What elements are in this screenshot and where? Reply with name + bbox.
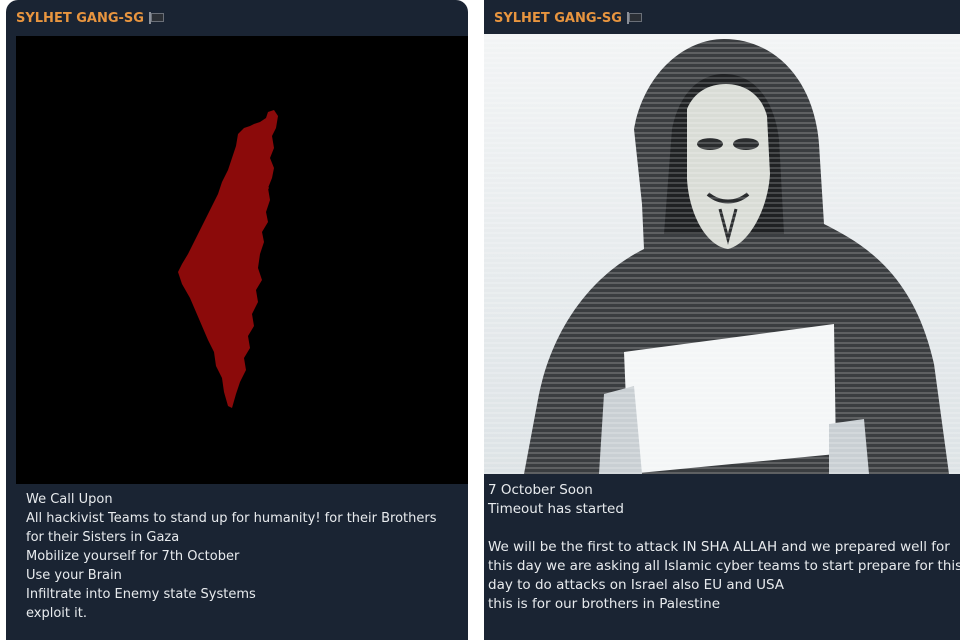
map-image[interactable]: [16, 36, 468, 484]
caption-line: Mobilize yourself for 7th October: [26, 549, 240, 564]
palestine-map-illustration: [178, 110, 278, 408]
caption-line: We will be the first to attack IN SHA AL…: [488, 539, 950, 555]
caption-line: We Call Upon: [26, 492, 113, 507]
black-flag-icon: [148, 12, 164, 24]
video-thumbnail[interactable]: [484, 34, 960, 474]
black-flag-icon: [626, 12, 642, 24]
caption-line: exploit it.: [26, 606, 87, 621]
caption-line: All hackivist Teams to stand up for huma…: [26, 511, 437, 526]
message-bubble-left: SYLHET GANG-SG We Call Upon All hackivist…: [6, 0, 468, 640]
message-header: SYLHET GANG-SG: [6, 0, 468, 36]
message-header: SYLHET GANG-SG: [484, 0, 960, 36]
caption-line: [488, 519, 958, 538]
caption-line: Use your Brain: [26, 568, 122, 583]
caption-line: Infiltrate into Enemy state Systems: [26, 587, 256, 602]
message-bubble-right: SYLHET GANG-SG 7 October Soon Timeout ha…: [484, 0, 960, 640]
scanline-overlay: [484, 34, 960, 474]
message-caption: 7 October Soon Timeout has started We will…: [488, 481, 960, 614]
channel-name[interactable]: SYLHET GANG-SG: [16, 11, 144, 26]
channel-name[interactable]: SYLHET GANG-SG: [494, 11, 622, 26]
message-caption: We Call Upon All hackivist Teams to stand…: [26, 490, 466, 623]
caption-line: for their Sisters in Gaza: [26, 530, 180, 545]
caption-line: Timeout has started: [488, 501, 624, 517]
caption-line: this is for our brothers in Palestine: [488, 596, 721, 612]
caption-line: 7 October Soon: [488, 482, 593, 498]
caption-line: day to do attacks on Israel also EU and …: [488, 577, 785, 593]
caption-line: this day we are asking all Islamic cyber…: [488, 558, 960, 574]
